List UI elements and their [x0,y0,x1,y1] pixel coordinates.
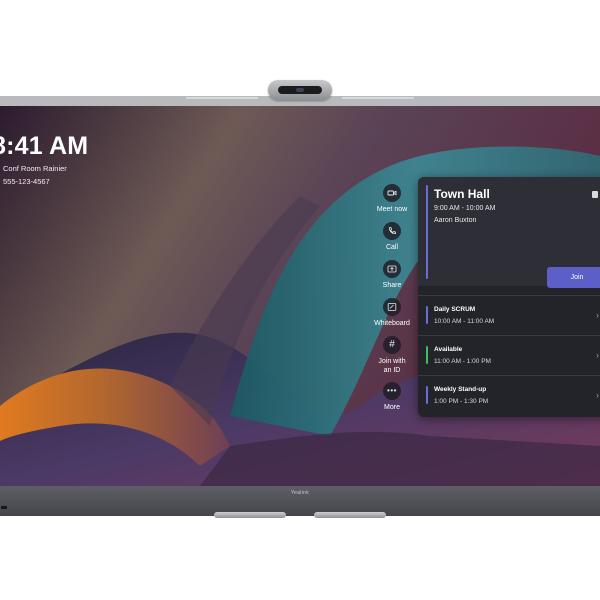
featured-meeting-time: 9:00 AM - 10:00 AM [434,205,496,212]
stand-foot [214,512,286,518]
chevron-right-icon: › [596,390,599,400]
join-button[interactable]: Join [547,267,600,288]
meeting-name: Daily SCRUM [434,306,476,313]
share-button[interactable]: Share [364,260,420,290]
chevron-right-icon: › [596,350,599,360]
featured-meeting-card[interactable]: Town Hall 9:00 AM - 10:00 AM Aaron Buxto… [418,177,600,288]
bezel-highlight [186,97,258,99]
hash-icon: # [383,336,401,354]
video-camera-icon [383,184,401,202]
meet-now-label: Meet now [376,206,408,213]
camera-bar [268,80,332,100]
meeting-time: 11:00 AM - 1:00 PM [434,358,491,365]
meeting-accent-bar [426,306,428,324]
meeting-info-icon [592,191,598,198]
meet-now-button[interactable]: Meet now [364,184,420,214]
join-with-id-button[interactable]: # Join with an ID [364,336,420,375]
meeting-time: 1:00 PM - 1:30 PM [434,398,489,405]
more-button[interactable]: ••• More [364,382,420,412]
meeting-list-item[interactable]: Weekly Stand-up 1:00 PM - 1:30 PM › [418,375,600,416]
room-phone: 555-123-4567 [3,177,50,186]
meeting-accent-bar [426,346,428,364]
camera-lens [278,86,322,94]
meeting-name: Weekly Stand-up [434,386,487,393]
meeting-list-item[interactable]: Available 11:00 AM - 1:00 PM › [418,335,600,376]
meeting-accent-bar [426,386,428,404]
share-label: Share [382,282,402,289]
whiteboard-label: Whiteboard [374,320,410,327]
share-screen-icon [383,260,401,278]
more-icon: ••• [383,382,401,400]
meeting-name: Available [434,346,463,353]
featured-accent-bar [426,185,428,279]
more-label: More [384,404,400,411]
brand-logo: Yealink [290,490,310,496]
bezel-highlight [342,97,414,99]
call-button[interactable]: Call [364,222,420,252]
featured-meeting-title: Town Hall [434,187,490,201]
room-name: Conf Room Rainier [3,164,67,173]
display-screen: 8:41 AM Conf Room Rainier 555-123-4567 M… [0,106,600,486]
meetings-panel: Town Hall 9:00 AM - 10:00 AM Aaron Buxto… [418,177,600,417]
stand-foot [314,512,386,518]
clock-time: 8:41 AM [0,132,89,160]
meeting-list-item[interactable]: Daily SCRUM 10:00 AM - 11:00 AM › [418,295,600,336]
meeting-time: 10:00 AM - 11:00 AM [434,318,495,325]
phone-icon [383,222,401,240]
featured-meeting-organizer: Aaron Buxton [434,217,477,224]
power-indicator [1,506,7,509]
whiteboard-icon [383,298,401,316]
call-label: Call [385,244,399,251]
whiteboard-button[interactable]: Whiteboard [364,298,420,328]
chevron-right-icon: › [596,310,599,320]
join-with-id-label: Join with an ID [378,358,406,374]
